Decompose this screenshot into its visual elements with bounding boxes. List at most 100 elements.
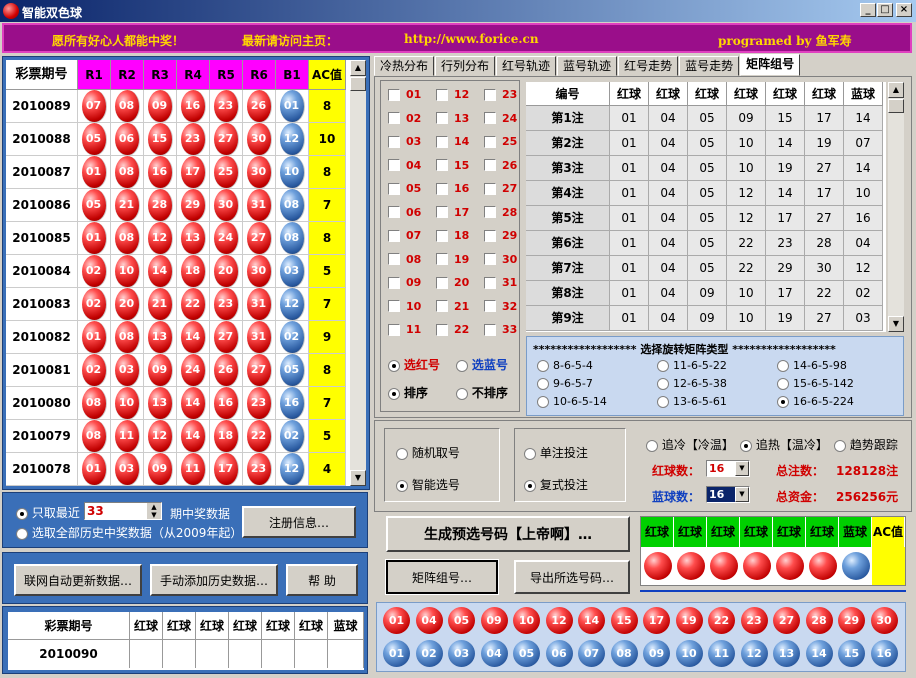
number-checkbox[interactable]: 25 — [484, 134, 517, 148]
number-checkbox[interactable]: 06 — [388, 205, 421, 219]
pool-blue-ball[interactable]: 10 — [675, 640, 703, 667]
pool-red-ball[interactable]: 19 — [675, 607, 703, 634]
number-checkbox[interactable]: 02 — [388, 111, 421, 125]
checkbox-box[interactable] — [436, 88, 448, 101]
hot-option[interactable]: 追热【温冷】 — [740, 436, 828, 453]
checkbox-box[interactable] — [388, 112, 400, 124]
maximize-button[interactable]: □ — [877, 3, 893, 17]
matrix-button[interactable]: 矩阵组号… — [385, 559, 499, 595]
checkbox-box[interactable] — [484, 182, 496, 195]
number-checkbox[interactable]: 01 — [388, 87, 421, 101]
blue-dropdown-icon[interactable]: ▼ — [735, 487, 749, 502]
pool-red-ball[interactable]: 05 — [448, 607, 475, 634]
pool-red-ball[interactable]: 30 — [870, 607, 898, 634]
pool-blue-ball[interactable]: 12 — [740, 640, 768, 667]
tab-5[interactable]: 蓝号走势 — [679, 56, 740, 76]
table-row[interactable]: 2010089 07 08 09 16 23 26 01 8 — [6, 89, 346, 123]
recent-count-stepper[interactable]: 33 ▲ ▼ — [84, 502, 162, 520]
table-row[interactable]: 2010078 01 03 09 11 17 23 12 4 — [6, 452, 346, 486]
pool-red-ball[interactable]: 27 — [773, 607, 800, 634]
number-checkbox[interactable]: 24 — [484, 111, 517, 125]
matrix-type-radio[interactable] — [777, 378, 789, 390]
checkbox-box[interactable] — [388, 300, 400, 312]
close-button[interactable]: × — [896, 3, 912, 17]
checkbox-box[interactable] — [484, 229, 496, 242]
sort-radio[interactable] — [388, 387, 400, 400]
auto-update-button[interactable]: 联网自动更新数据… — [14, 564, 142, 596]
blue-count-select[interactable]: 16 ▼ — [706, 486, 750, 503]
smart-radio[interactable] — [396, 479, 408, 492]
number-checkbox[interactable]: 04 — [388, 158, 421, 172]
number-checkbox[interactable]: 32 — [484, 299, 517, 313]
matrix-type-option[interactable]: 11-6-5-22 — [657, 359, 727, 372]
matrix-scrollbar[interactable]: ▲ ▼ — [888, 82, 904, 332]
tab-1[interactable]: 行列分布 — [435, 56, 496, 76]
generate-button[interactable]: 生成预选号码【上帝啊】… — [386, 516, 630, 552]
random-option[interactable]: 随机取号 — [396, 444, 460, 461]
pick-blue-option[interactable]: 选蓝号 — [456, 356, 508, 373]
pool-red-ball[interactable]: 09 — [480, 607, 508, 634]
checkbox-box[interactable] — [388, 253, 400, 265]
export-button[interactable]: 导出所选号码… — [514, 560, 630, 594]
pool-red-ball[interactable]: 29 — [838, 607, 865, 634]
tab-6[interactable]: 矩阵组号 — [740, 54, 801, 76]
number-checkbox[interactable]: 26 — [484, 158, 517, 172]
matrix-type-radio[interactable] — [777, 360, 789, 372]
checkbox-box[interactable] — [436, 253, 448, 265]
tab-3[interactable]: 蓝号轨迹 — [557, 56, 618, 76]
checkbox-box[interactable] — [436, 206, 448, 218]
register-button[interactable]: 注册信息… — [242, 506, 356, 538]
checkbox-box[interactable] — [388, 206, 400, 218]
pool-red-ball[interactable]: 23 — [740, 607, 768, 634]
number-checkbox[interactable]: 07 — [388, 228, 421, 242]
number-checkbox[interactable]: 03 — [388, 134, 421, 148]
matrix-scroll-down-icon[interactable]: ▼ — [888, 316, 904, 332]
checkbox-box[interactable] — [436, 300, 448, 312]
matrix-type-radio[interactable] — [537, 378, 549, 390]
checkbox-box[interactable] — [388, 276, 400, 289]
table-row[interactable]: 2010081 02 03 09 24 26 27 05 8 — [6, 353, 346, 387]
matrix-type-option[interactable]: 15-6-5-142 — [777, 377, 854, 390]
checkbox-box[interactable] — [436, 159, 448, 171]
checkbox-box[interactable] — [436, 229, 448, 242]
pool-blue-ball[interactable]: 14 — [805, 640, 833, 667]
tab-4[interactable]: 红号走势 — [618, 56, 679, 76]
number-checkbox[interactable]: 17 — [436, 205, 469, 219]
pool-blue-ball[interactable]: 09 — [643, 640, 670, 667]
number-checkbox[interactable]: 11 — [388, 322, 421, 336]
matrix-type-radio[interactable] — [777, 396, 789, 408]
help-button[interactable]: 帮 助 — [286, 564, 358, 596]
matrix-type-radio[interactable] — [657, 360, 669, 372]
pool-blue-ball[interactable]: 03 — [448, 640, 475, 667]
matrix-scroll-up-icon[interactable]: ▲ — [888, 82, 904, 98]
table-row[interactable]: 2010088 05 06 15 23 27 30 12 10 — [6, 122, 346, 156]
checkbox-box[interactable] — [436, 135, 448, 148]
pool-blue-ball[interactable]: 08 — [610, 640, 638, 667]
multi-radio[interactable] — [524, 479, 536, 492]
pool-red-ball[interactable]: 04 — [415, 607, 443, 634]
matrix-type-option[interactable]: 8-6-5-4 — [537, 359, 593, 372]
checkbox-box[interactable] — [436, 182, 448, 195]
pick-blue-radio[interactable] — [456, 359, 468, 372]
pool-red-ball[interactable]: 10 — [513, 607, 540, 634]
matrix-scroll-thumb[interactable] — [888, 99, 904, 113]
number-checkbox[interactable]: 16 — [436, 181, 469, 195]
tab-2[interactable]: 红号轨迹 — [496, 56, 557, 76]
checkbox-box[interactable] — [388, 88, 400, 101]
pool-blue-ball[interactable]: 02 — [415, 640, 443, 667]
random-radio[interactable] — [396, 447, 408, 460]
table-row[interactable]: 2010086 05 21 28 29 30 31 08 7 — [6, 188, 346, 222]
single-option[interactable]: 单注投注 — [524, 444, 588, 461]
matrix-type-radio[interactable] — [537, 396, 549, 408]
pool-blue-ball[interactable]: 07 — [578, 640, 605, 667]
checkbox-box[interactable] — [484, 135, 496, 148]
number-checkbox[interactable]: 05 — [388, 181, 421, 195]
sort-option[interactable]: 排序 — [388, 384, 428, 401]
matrix-type-option[interactable]: 12-6-5-38 — [657, 377, 727, 390]
checkbox-box[interactable] — [388, 159, 400, 171]
checkbox-box[interactable] — [436, 276, 448, 289]
recent-radio[interactable] — [16, 507, 28, 520]
table-row[interactable]: 2010084 02 10 14 18 20 30 03 5 — [6, 254, 346, 288]
cold-option[interactable]: 追冷【冷温】 — [646, 436, 734, 453]
pool-red-ball[interactable]: 01 — [383, 607, 410, 634]
